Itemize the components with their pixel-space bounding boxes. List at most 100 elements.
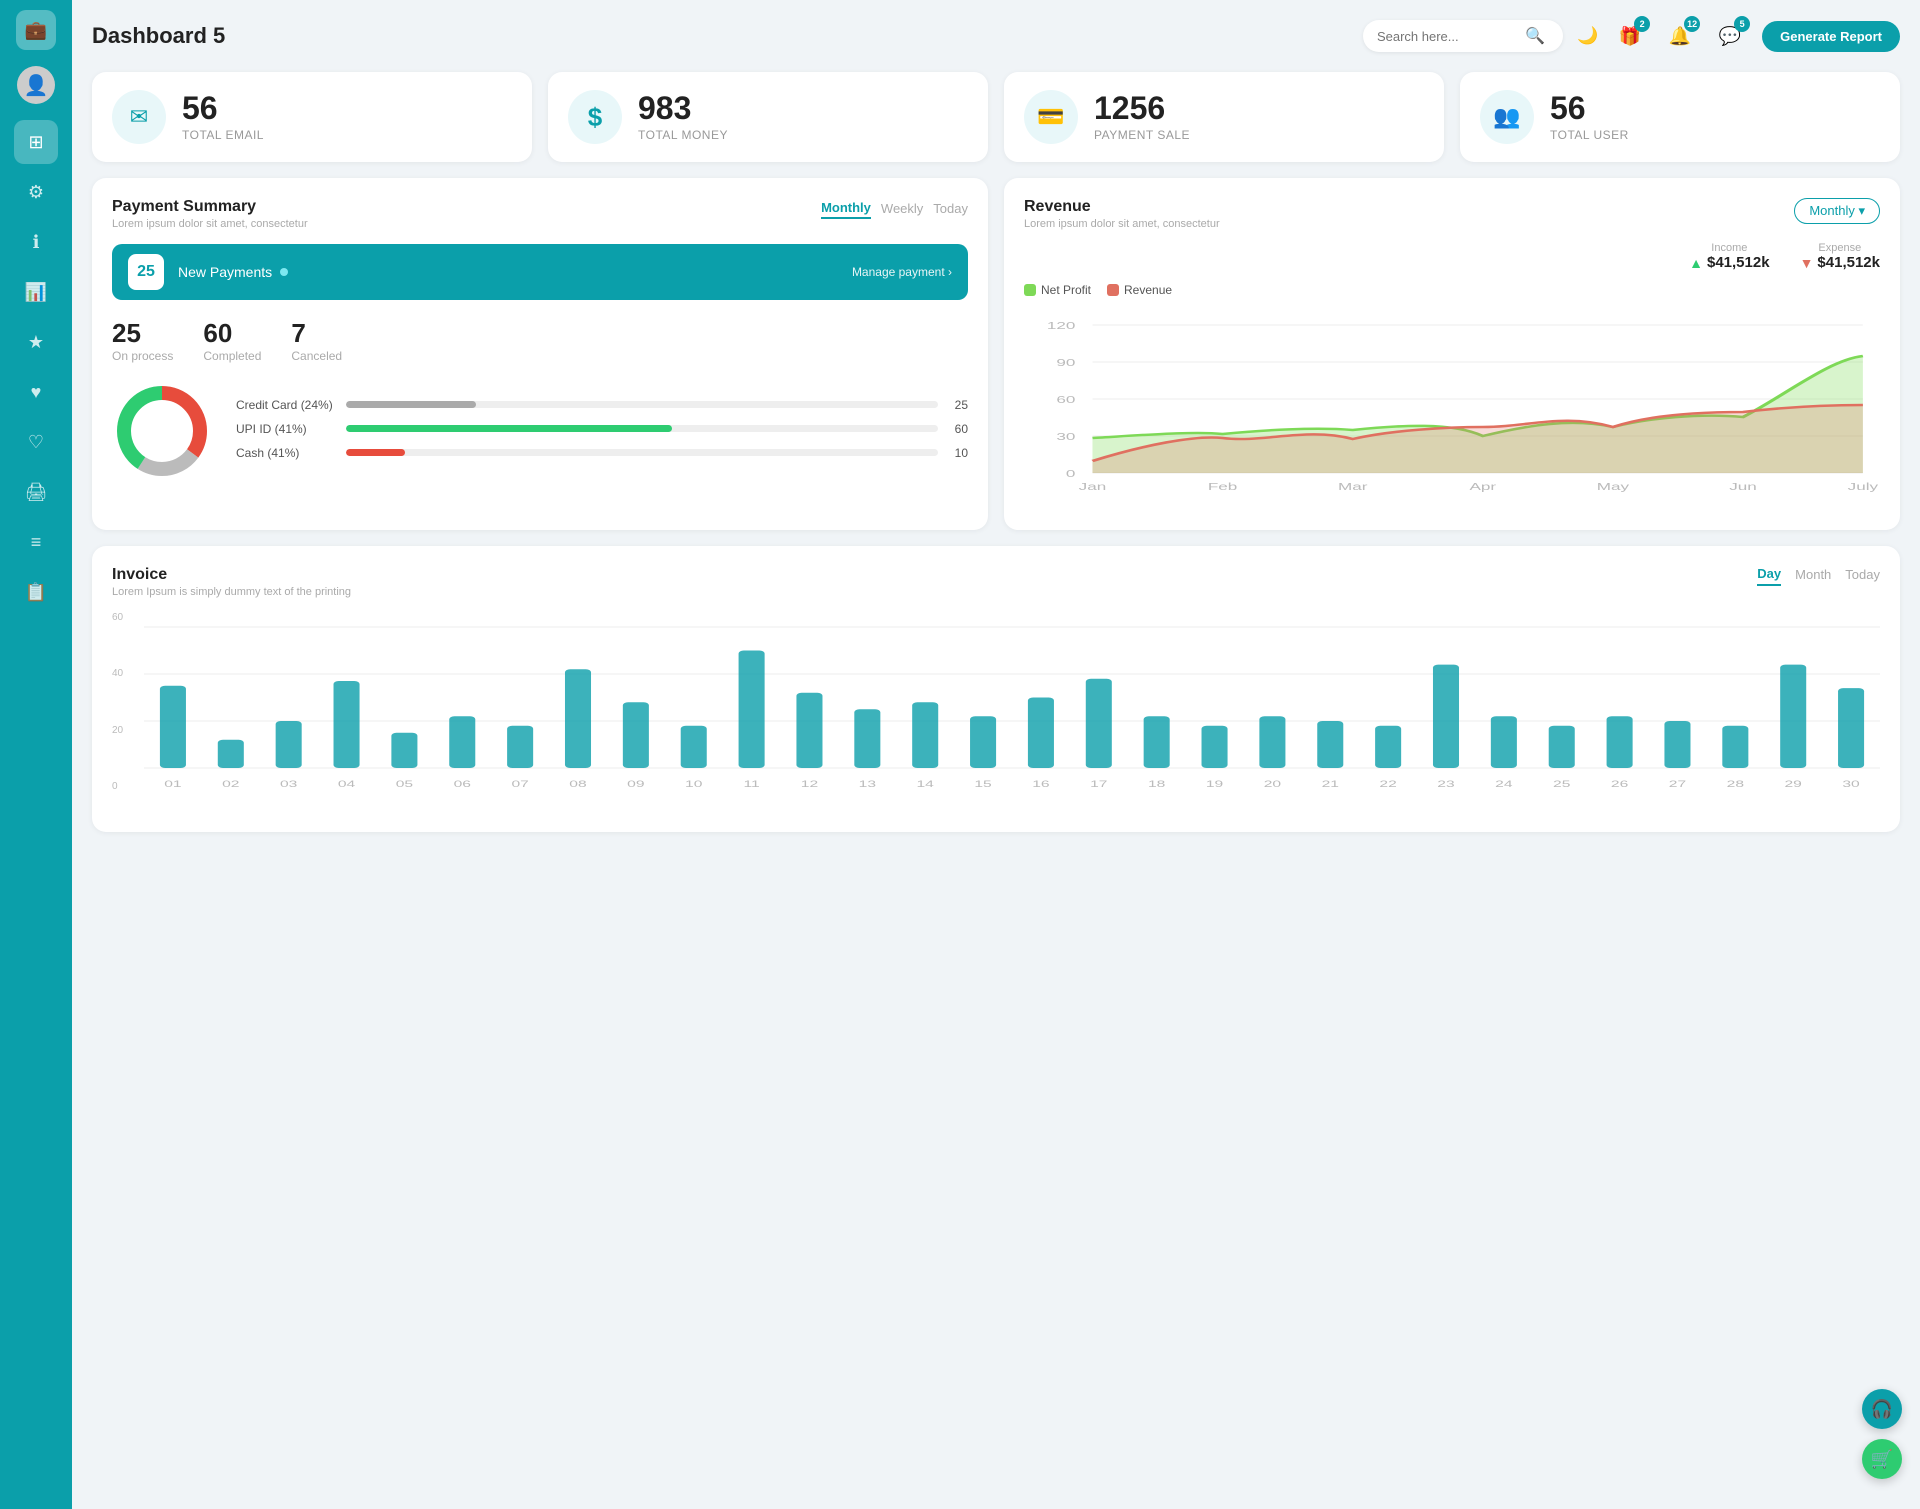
svg-text:0: 0: [1066, 468, 1076, 479]
revenue-subtitle: Lorem ipsum dolor sit amet, consectetur: [1024, 218, 1220, 230]
new-payments-count: 25: [128, 254, 164, 290]
payment-stats-row: 25 On process 60 Completed 7 Canceled: [112, 318, 968, 363]
invoice-tab-today[interactable]: Today: [1845, 567, 1880, 585]
total-user-number: 56: [1550, 92, 1629, 124]
svg-text:15: 15: [974, 779, 991, 790]
sidebar-logo[interactable]: 💼: [16, 10, 56, 50]
revenue-monthly-btn[interactable]: Monthly ▾: [1794, 198, 1880, 224]
total-user-label: TOTAL USER: [1550, 128, 1629, 142]
svg-text:12: 12: [801, 779, 818, 790]
total-email-icon: ✉: [112, 90, 166, 144]
svg-text:04: 04: [338, 779, 355, 790]
legend-label-revenue: Revenue: [1124, 283, 1172, 297]
avatar[interactable]: 👤: [17, 66, 55, 104]
total-money-number: 983: [638, 92, 728, 124]
invoice-subtitle: Lorem Ipsum is simply dummy text of the …: [112, 586, 351, 598]
search-box[interactable]: 🔍: [1363, 20, 1563, 52]
progress-list: Credit Card (24%) 25 UPI ID (41%) 60: [236, 398, 968, 470]
chat-badge: 5: [1734, 16, 1750, 32]
sidebar-item-menu[interactable]: ≡: [14, 520, 58, 564]
on-process-num: 25: [112, 318, 173, 349]
gift-icon-btn[interactable]: 🎁2: [1612, 18, 1648, 54]
svg-text:16: 16: [1032, 779, 1049, 790]
svg-text:01: 01: [164, 779, 181, 790]
legend-dot-net-profit: [1024, 284, 1036, 296]
tab-today[interactable]: Today: [933, 199, 968, 218]
sidebar-item-dashboard[interactable]: ⊞: [14, 120, 58, 164]
svg-text:May: May: [1597, 481, 1629, 492]
total-money-label: TOTAL MONEY: [638, 128, 728, 142]
svg-text:Apr: Apr: [1470, 481, 1497, 492]
payment-sale-icon: 💳: [1024, 90, 1078, 144]
payment-summary-title: Payment Summary: [112, 198, 308, 216]
y-label-0: 0: [112, 781, 142, 792]
svg-text:Mar: Mar: [1338, 481, 1368, 492]
completed-num: 60: [203, 318, 261, 349]
svg-text:18: 18: [1148, 779, 1165, 790]
sidebar-item-star[interactable]: ★: [14, 320, 58, 364]
stat-on-process: 25 On process: [112, 318, 173, 363]
progress-fill-upi: [346, 425, 672, 432]
sidebar-item-info[interactable]: ℹ: [14, 220, 58, 264]
float-buttons: 🎧 🛒: [1862, 1389, 1902, 1479]
svg-text:90: 90: [1056, 357, 1075, 368]
chart-row: Credit Card (24%) 25 UPI ID (41%) 60: [112, 381, 968, 486]
svg-text:23: 23: [1437, 779, 1454, 790]
invoice-title: Invoice: [112, 566, 351, 584]
svg-text:13: 13: [859, 779, 876, 790]
cart-float-btn[interactable]: 🛒: [1862, 1439, 1902, 1479]
support-float-btn[interactable]: 🎧: [1862, 1389, 1902, 1429]
invoice-tabs: Day Month Today: [1757, 566, 1880, 586]
svg-text:05: 05: [396, 779, 413, 790]
income-val: ▲ $41,512k: [1689, 254, 1769, 271]
svg-text:120: 120: [1047, 320, 1076, 331]
sidebar-item-heart1[interactable]: ♥: [14, 370, 58, 414]
tab-weekly[interactable]: Weekly: [881, 199, 923, 218]
progress-item-upi: UPI ID (41%) 60: [236, 422, 968, 436]
sidebar-item-list[interactable]: 📋: [14, 570, 58, 614]
payment-summary-panel: Payment Summary Lorem ipsum dolor sit am…: [92, 178, 988, 530]
sidebar-item-print[interactable]: 🖨: [14, 470, 58, 514]
svg-text:06: 06: [454, 779, 471, 790]
tab-monthly[interactable]: Monthly: [821, 198, 871, 219]
legend-dot-revenue: [1107, 284, 1119, 296]
np-dot-icon: [280, 268, 288, 276]
svg-text:24: 24: [1495, 779, 1512, 790]
stat-completed: 60 Completed: [203, 318, 261, 363]
donut-chart: [112, 381, 212, 486]
manage-payment-link[interactable]: Manage payment ›: [852, 265, 952, 279]
svg-text:28: 28: [1727, 779, 1744, 790]
invoice-tab-month[interactable]: Month: [1795, 567, 1831, 585]
on-process-label: On process: [112, 349, 173, 363]
invoice-y-labels: 0 20 40 60: [112, 612, 142, 792]
theme-toggle-icon[interactable]: 🌙: [1577, 26, 1598, 46]
progress-label-upi: UPI ID (41%): [236, 422, 336, 436]
sidebar-item-chart[interactable]: 📊: [14, 270, 58, 314]
svg-text:July: July: [1848, 481, 1878, 492]
stat-cards-row: ✉ 56 TOTAL EMAIL $ 983 TOTAL MONEY 💳 125…: [92, 72, 1900, 162]
y-label-20: 20: [112, 725, 142, 736]
generate-report-button[interactable]: Generate Report: [1762, 21, 1900, 52]
income-label: Income: [1689, 242, 1769, 254]
legend-label-net-profit: Net Profit: [1041, 283, 1091, 297]
total-email-number: 56: [182, 92, 264, 124]
sidebar-item-settings[interactable]: ⚙: [14, 170, 58, 214]
bell-icon-btn[interactable]: 🔔12: [1662, 18, 1698, 54]
total-user-icon: 👥: [1480, 90, 1534, 144]
chat-icon-btn[interactable]: 💬5: [1712, 18, 1748, 54]
progress-label-cc: Credit Card (24%): [236, 398, 336, 412]
sidebar-item-heart2[interactable]: ♡: [14, 420, 58, 464]
progress-bar-cc: [346, 401, 938, 408]
sidebar: 💼 👤 ⊞ ⚙ ℹ 📊 ★ ♥ ♡ 🖨 ≡ 📋: [0, 0, 72, 1509]
legend-revenue: Revenue: [1107, 283, 1172, 297]
main-content: Dashboard 5 🔍 🌙 🎁2 🔔12 💬5 Generate Repor…: [72, 0, 1920, 1509]
invoice-tab-day[interactable]: Day: [1757, 566, 1781, 586]
stat-card-total-email: ✉ 56 TOTAL EMAIL: [92, 72, 532, 162]
search-input[interactable]: [1377, 29, 1517, 44]
progress-fill-cash: [346, 449, 405, 456]
total-money-icon: $: [568, 90, 622, 144]
svg-text:60: 60: [1056, 394, 1075, 405]
completed-label: Completed: [203, 349, 261, 363]
total-email-label: TOTAL EMAIL: [182, 128, 264, 142]
progress-val-upi: 60: [948, 422, 968, 436]
